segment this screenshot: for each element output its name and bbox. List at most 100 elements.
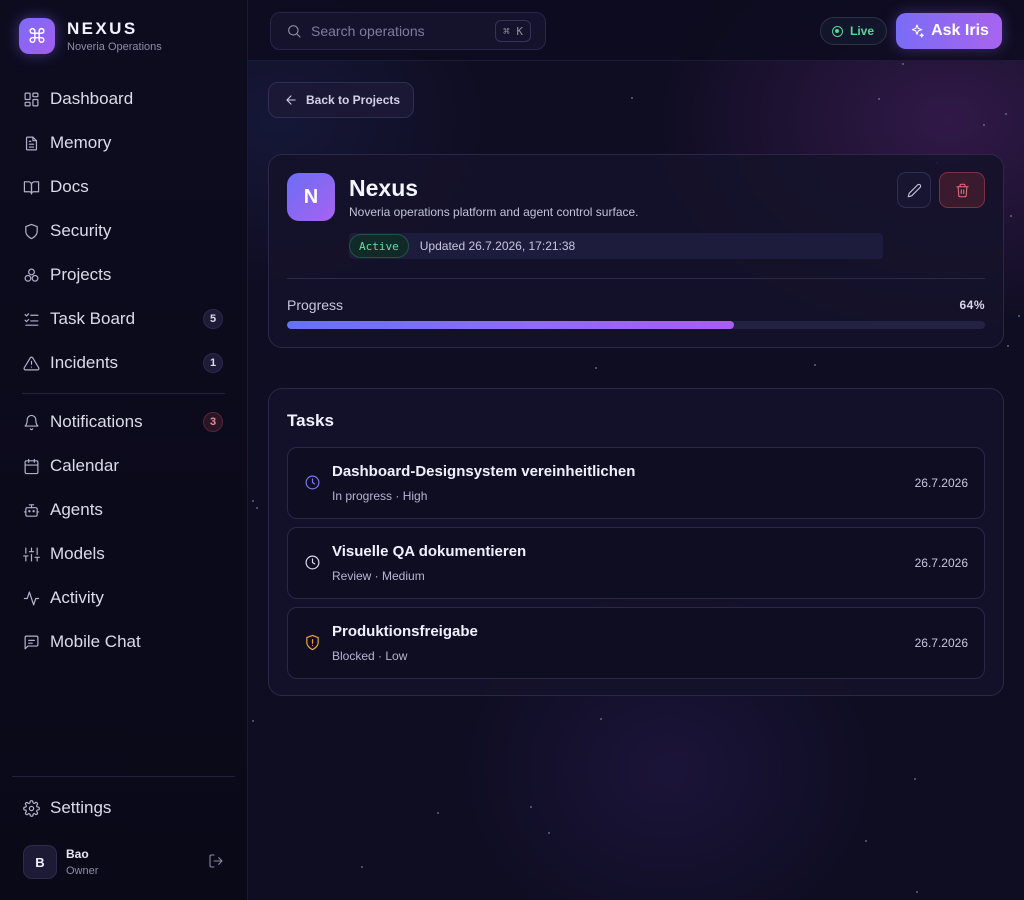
sidebar-item-memory[interactable]: Memory [12,121,235,165]
project-card: N Nexus Noveria operations platform and … [268,154,1004,348]
pencil-icon [907,183,921,197]
brand-title: NEXUS [67,18,138,38]
sidebar-divider [12,776,235,777]
task-meta: In progress · High [332,489,428,503]
sidebar-item-incidents[interactable]: Incidents 1 [12,341,235,385]
star-dot [631,97,633,99]
sidebar-item-label: Memory [50,133,112,152]
book-icon [22,178,40,196]
live-dot-icon [832,25,843,37]
brand[interactable]: ⌘ NEXUS Noveria Operations [19,18,162,54]
sliders-icon [22,545,40,563]
command-icon: ⌘ [19,18,55,54]
trash-icon [955,183,969,197]
star-dot [916,891,918,893]
sidebar-item-activity[interactable]: Activity [12,576,235,620]
search-box[interactable]: ⌘ K [270,12,546,50]
star-dot [437,812,439,814]
sparkle-icon [911,24,924,38]
avatar: B [23,845,57,879]
task-row[interactable]: Visuelle QA dokumentieren Review · Mediu… [287,527,985,599]
star-dot [256,507,258,509]
task-date: 26.7.2026 [914,556,968,570]
sidebar-item-label: Calendar [50,456,119,475]
star-dot [914,778,916,780]
count-badge: 3 [203,412,223,432]
sidebar-item-label: Incidents [50,353,119,372]
sidebar-item-task-board[interactable]: Task Board 5 [12,297,235,341]
project-title: Nexus [349,175,419,201]
sidebar-item-models[interactable]: Models [12,532,235,576]
star-dot [1005,113,1007,115]
nav-divider [22,393,225,394]
user-name: Bao [66,847,89,861]
gear-icon [22,799,40,817]
star-dot [595,367,597,369]
task-meta: Review · Medium [332,569,425,583]
dashboard-icon [22,90,40,108]
sidebar-item-label: Agents [50,500,103,519]
count-badge: 1 [203,353,223,373]
delete-project-button[interactable] [939,172,985,208]
sidebar-item-mobile-chat[interactable]: Mobile Chat [12,620,235,664]
sidebar-item-docs[interactable]: Docs [12,165,235,209]
task-row[interactable]: Produktionsfreigabe Blocked · Low 26.7.2… [287,607,985,679]
star-dot [983,124,985,126]
arrow-left-icon [286,95,296,105]
progress-label: Progress [287,297,344,313]
activity-icon [22,589,40,607]
sidebar-item-settings[interactable]: Settings [12,786,235,830]
document-icon [22,134,40,152]
robot-icon [22,501,40,519]
brand-subtitle: Noveria Operations [67,40,162,53]
checklist-icon [22,310,40,328]
tasks-card: Tasks Dashboard-Designsystem vereinheitl… [268,388,1004,696]
progress-bar [287,321,985,329]
search-shortcut: ⌘ K [495,20,531,42]
clock-icon [304,554,321,571]
card-divider [287,278,985,279]
search-input[interactable] [311,23,481,39]
task-name: Dashboard-Designsystem vereinheitlichen [332,463,636,480]
updated-timestamp: Updated 26.7.2026, 17:21:38 [419,239,576,253]
sidebar-item-label: Notifications [50,412,143,431]
sidebar-item-security[interactable]: Security [12,209,235,253]
user-profile[interactable]: B Bao Owner [23,844,228,880]
project-description: Noveria operations platform and agent co… [349,205,639,219]
star-dot [878,98,880,100]
topbar: ⌘ K Live Ask Iris [248,0,1024,61]
sidebar-item-label: Activity [50,588,104,607]
edit-project-button[interactable] [897,172,931,208]
star-dot [1010,215,1012,217]
star-dot [361,866,363,868]
clock-icon [304,474,321,491]
back-to-projects-button[interactable]: Back to Projects [268,82,414,118]
task-name: Produktionsfreigabe [332,623,478,640]
sidebar-item-label: Models [50,544,105,563]
task-meta: Blocked · Low [332,649,408,663]
sidebar-item-calendar[interactable]: Calendar [12,444,235,488]
shield-icon [22,222,40,240]
sidebar-item-label: Task Board [50,309,136,328]
task-row[interactable]: Dashboard-Designsystem vereinheitlichen … [287,447,985,519]
sidebar-item-notifications[interactable]: Notifications 3 [12,400,235,444]
main-content: ⌘ K Live Ask Iris Back to Projects N Nex… [248,0,1024,900]
live-status-badge[interactable]: Live [820,17,888,45]
tasks-title: Tasks [287,411,334,430]
sidebar-item-agents[interactable]: Agents [12,488,235,532]
ask-iris-button[interactable]: Ask Iris [896,13,1002,49]
search-icon [288,25,301,38]
sidebar-item-dashboard[interactable]: Dashboard [12,77,235,121]
task-name: Visuelle QA dokumentieren [332,543,527,560]
project-meta: Active Updated 26.7.2026, 17:21:38 [349,233,883,259]
sidebar-item-label: Projects [50,265,112,284]
sidebar-item-label: Dashboard [50,89,134,108]
bell-icon [22,413,40,431]
logout-icon[interactable] [208,853,224,869]
sidebar-item-projects[interactable]: Projects [12,253,235,297]
star-dot [814,364,816,366]
progress-value: 64% [959,298,985,312]
star-dot [902,63,904,65]
count-badge: 5 [203,309,223,329]
star-dot [1018,315,1020,317]
